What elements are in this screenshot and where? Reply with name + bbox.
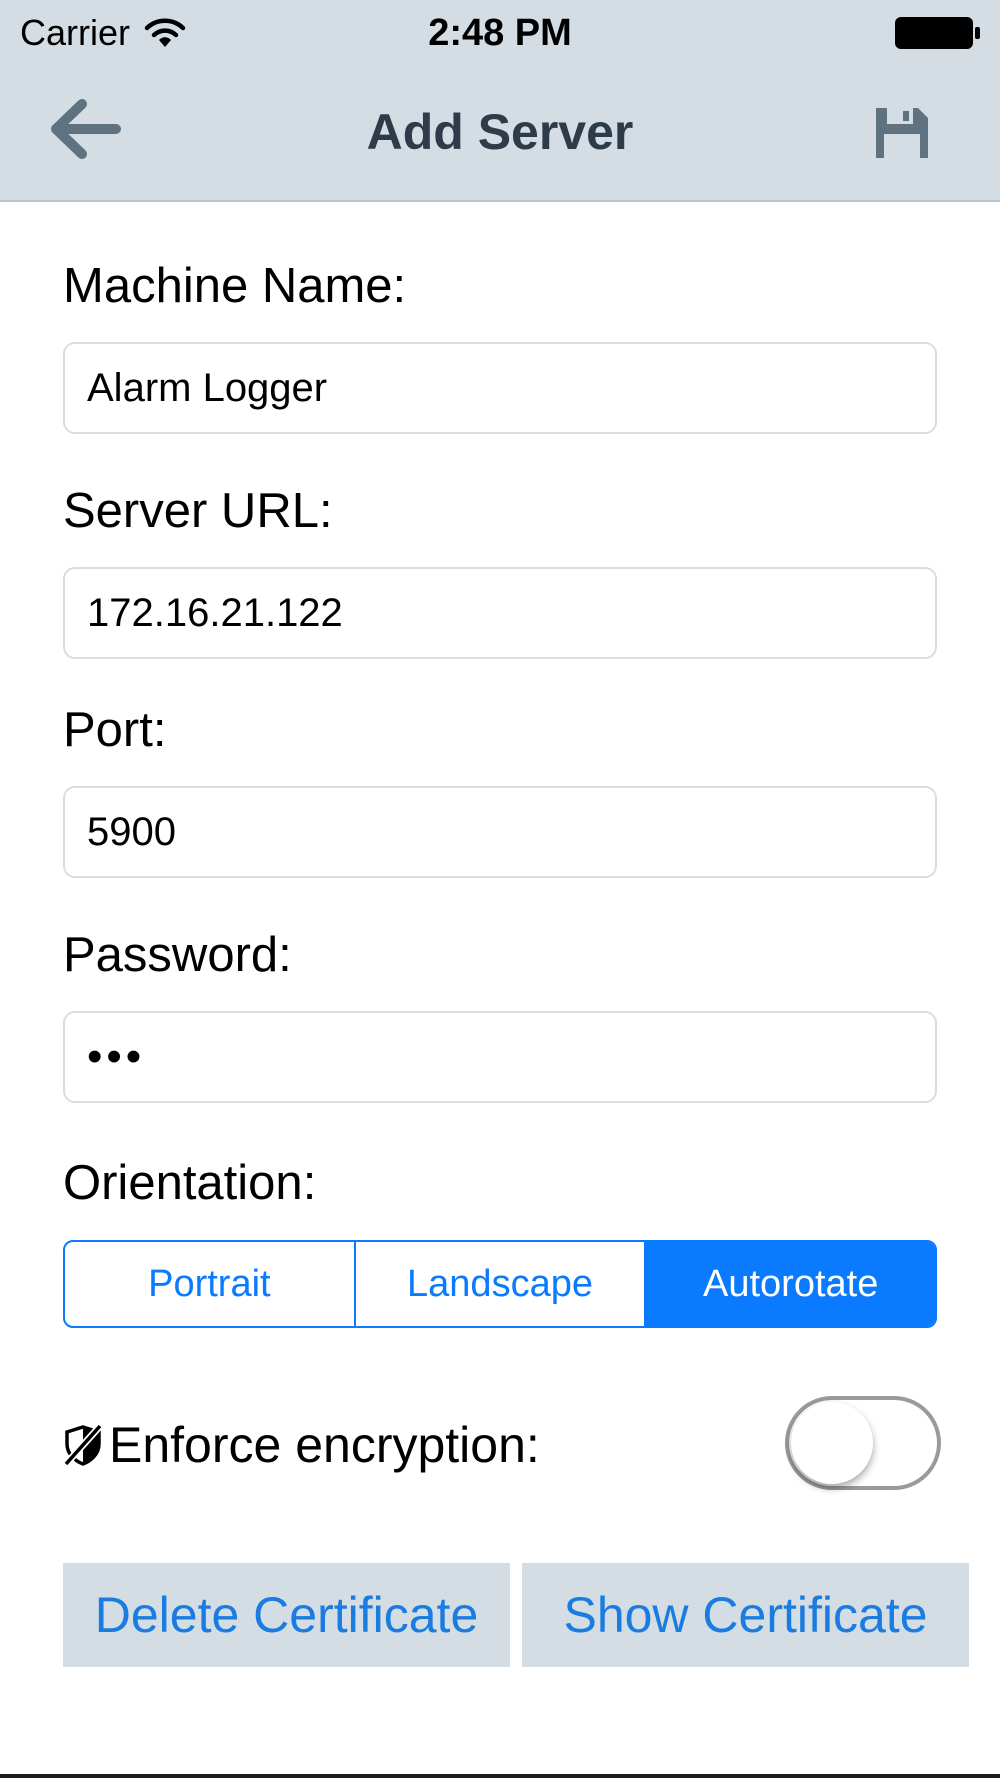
bottom-divider [0, 1774, 1000, 1778]
machine-name-label: Machine Name: [63, 259, 407, 313]
port-input[interactable] [65, 788, 935, 876]
orientation-segmented-control: Portrait Landscape Autorotate [63, 1240, 937, 1328]
machine-name-input[interactable] [65, 344, 935, 432]
save-icon[interactable] [874, 106, 930, 160]
no-encryption-shield-icon [63, 1424, 103, 1466]
server-url-field-box [63, 567, 937, 659]
battery-icon [895, 17, 980, 49]
navigation-bar: Carrier 2:48 PM Add Server [0, 0, 1000, 202]
password-label: Password: [63, 928, 292, 982]
server-url-label: Server URL: [63, 484, 333, 538]
status-time: 2:48 PM [428, 12, 572, 54]
encryption-row: Enforce encryption: [63, 1410, 540, 1480]
page-title: Add Server [366, 104, 634, 160]
password-field-box [63, 1011, 937, 1103]
orientation-portrait-segment[interactable]: Portrait [65, 1242, 354, 1326]
port-field-box [63, 786, 937, 878]
server-url-input[interactable] [65, 569, 935, 657]
password-input[interactable] [65, 1013, 935, 1101]
orientation-landscape-segment[interactable]: Landscape [353, 1242, 645, 1326]
enforce-encryption-toggle[interactable] [785, 1396, 941, 1490]
delete-certificate-button[interactable]: Delete Certificate [63, 1563, 510, 1667]
encryption-label: Enforce encryption: [109, 1417, 540, 1473]
port-label: Port: [63, 703, 167, 757]
orientation-autorotate-segment[interactable]: Autorotate [644, 1242, 935, 1326]
machine-name-field-box [63, 342, 937, 434]
show-certificate-button[interactable]: Show Certificate [522, 1563, 969, 1667]
orientation-label: Orientation: [63, 1156, 317, 1210]
toggle-knob [791, 1402, 873, 1484]
